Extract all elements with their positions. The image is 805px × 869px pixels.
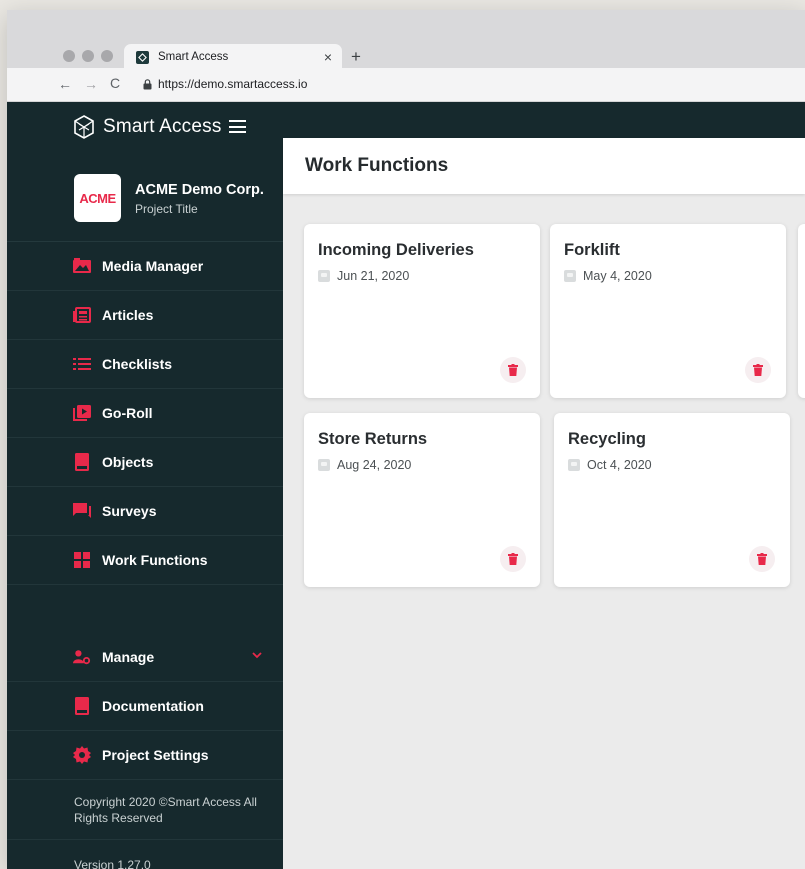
lock-icon (143, 79, 152, 90)
page-title: Work Functions (305, 155, 449, 176)
sidebar-item-label: Objects (102, 454, 154, 470)
sidebar-item-objects[interactable]: Objects (7, 438, 283, 487)
sidebar-item-manage[interactable]: Manage (7, 633, 283, 682)
calendar-icon (564, 270, 576, 282)
version-text: Version 1.27.0 (74, 858, 151, 869)
chat-icon (73, 502, 91, 520)
tab-close-icon[interactable]: × (324, 49, 332, 65)
top-app-bar (283, 102, 805, 138)
card-date: Jun 21, 2020 (318, 269, 409, 283)
browser-window: Smart Access × + ← → C https://demo.smar… (7, 10, 805, 869)
card-date-text: Jun 21, 2020 (337, 269, 410, 283)
sidebar-item-label: Media Manager (102, 258, 204, 274)
sidebar-item-label: Work Functions (102, 552, 208, 568)
sidebar-item-work-functions[interactable]: Work Functions (7, 536, 283, 585)
work-function-card[interactable]: Store Returns Aug 24, 2020 (304, 413, 540, 587)
org-switcher[interactable]: ACME ACME Demo Corp. Project Title (7, 154, 283, 242)
delete-button[interactable] (749, 546, 775, 572)
sidebar-item-go-roll[interactable]: Go-Roll (7, 389, 283, 438)
image-icon (73, 257, 91, 275)
sidebar-menu: Media Manager Articles Checklists Go-Rol… (7, 242, 283, 585)
sidebar-item-label: Documentation (102, 698, 204, 714)
bookmark-icon (73, 453, 91, 471)
favicon-icon (136, 50, 149, 64)
trash-icon (753, 364, 763, 376)
new-tab-button[interactable]: + (351, 47, 361, 67)
card-date-text: Oct 4, 2020 (587, 458, 652, 472)
window-controls (63, 50, 113, 62)
calendar-icon (568, 459, 580, 471)
minimize-window-button[interactable] (82, 50, 94, 62)
browser-tab-bar: Smart Access × + (7, 10, 805, 70)
sidebar-item-documentation[interactable]: Documentation (7, 682, 283, 731)
list-icon (73, 355, 91, 373)
address-bar: ← → C https://demo.smartaccess.io (7, 68, 805, 102)
smart-access-logo-icon (74, 115, 94, 139)
work-function-card-partial[interactable] (798, 224, 805, 398)
close-window-button[interactable] (63, 50, 75, 62)
browser-tab[interactable]: Smart Access × (124, 44, 342, 70)
sidebar-item-label: Checklists (102, 356, 173, 372)
calendar-icon (318, 270, 330, 282)
gear-icon (73, 746, 91, 764)
work-function-card[interactable]: Recycling Oct 4, 2020 (554, 413, 790, 587)
sidebar-item-media-manager[interactable]: Media Manager (7, 242, 283, 291)
trash-icon (508, 364, 518, 376)
work-function-card[interactable]: Forklift May 4, 2020 (550, 224, 786, 398)
tab-title: Smart Access (158, 51, 229, 63)
trash-icon (757, 553, 767, 565)
maximize-window-button[interactable] (101, 50, 113, 62)
newspaper-icon (73, 306, 91, 324)
book-icon (73, 697, 91, 715)
sidebar-item-label: Articles (102, 307, 154, 323)
url-field[interactable]: https://demo.smartaccess.io (158, 77, 307, 91)
trash-icon (508, 553, 518, 565)
forward-button[interactable]: → (84, 76, 98, 92)
brand: Smart Access (7, 102, 283, 154)
grid-icon (73, 551, 91, 569)
sidebar-item-label: Project Settings (102, 747, 209, 763)
delete-button[interactable] (745, 357, 771, 383)
sidebar-item-label: Go-Roll (102, 405, 153, 421)
sidebar-item-checklists[interactable]: Checklists (7, 340, 283, 389)
sidebar-item-surveys[interactable]: Surveys (7, 487, 283, 536)
card-date-text: May 4, 2020 (583, 269, 652, 283)
page-header: Work Functions (283, 138, 805, 194)
copyright-footer: Copyright 2020 ©Smart Access All Rights … (7, 780, 283, 840)
reload-button[interactable]: C (110, 75, 120, 91)
play-icon (73, 404, 91, 422)
main-content: Work Functions Incoming Deliveries Jun 2… (283, 138, 805, 869)
org-name: ACME Demo Corp. (135, 182, 264, 198)
card-date-text: Aug 24, 2020 (337, 458, 412, 472)
calendar-icon (318, 459, 330, 471)
card-date: Aug 24, 2020 (318, 458, 411, 472)
copyright-text: Copyright 2020 ©Smart Access All Rights … (74, 795, 257, 825)
card-date: Oct 4, 2020 (568, 458, 652, 472)
sidebar: Smart Access ACME ACME Demo Corp. Projec… (7, 102, 283, 869)
hamburger-menu-icon[interactable] (229, 120, 246, 133)
card-date: May 4, 2020 (564, 269, 652, 283)
sidebar-bottom-menu: Manage Documentation Project Settings (7, 633, 283, 780)
delete-button[interactable] (500, 546, 526, 572)
sidebar-item-articles[interactable]: Articles (7, 291, 283, 340)
brand-name: Smart Access (103, 116, 222, 137)
org-logo: ACME (74, 174, 121, 222)
sidebar-item-project-settings[interactable]: Project Settings (7, 731, 283, 780)
work-function-card[interactable]: Incoming Deliveries Jun 21, 2020 (304, 224, 540, 398)
chevron-down-icon[interactable] (251, 649, 263, 661)
sidebar-item-label: Manage (102, 649, 155, 665)
user-cog-icon (73, 648, 91, 666)
card-title: Incoming Deliveries (318, 241, 474, 259)
card-title: Forklift (564, 241, 620, 259)
sidebar-item-label: Surveys (102, 503, 157, 519)
back-button[interactable]: ← (58, 76, 72, 92)
org-subtitle: Project Title (135, 202, 198, 216)
delete-button[interactable] (500, 357, 526, 383)
card-title: Store Returns (318, 430, 428, 448)
card-title: Recycling (568, 430, 646, 448)
